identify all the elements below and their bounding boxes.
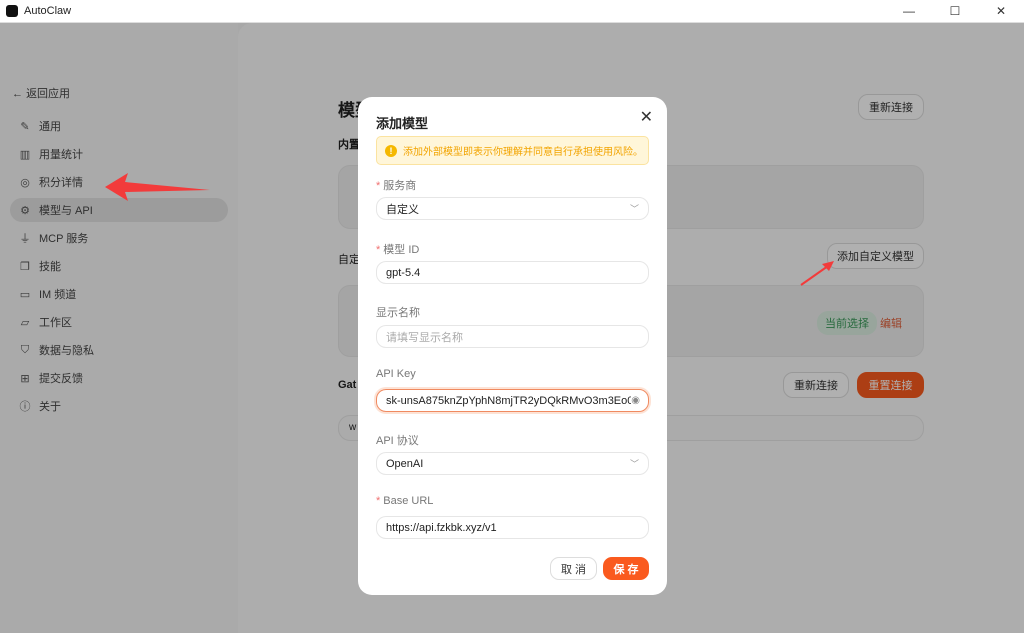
app-title: AutoClaw: [24, 5, 72, 17]
api-protocol-label: API 协议: [376, 435, 419, 447]
warning-text: 添加外部模型即表示你理解并同意自行承担使用风险。: [403, 147, 643, 158]
base-url-label: * Base URL: [376, 495, 434, 507]
api-key-value: sk-unsA875knZpYphN8mjTR2yDQkRMvO3m3Eo0K3: [386, 394, 631, 407]
model-id-input[interactable]: gpt-5.4: [376, 261, 649, 284]
annotation-arrow-sidebar: [105, 173, 210, 201]
model-id-label: * 模型 ID: [376, 244, 420, 256]
risk-warning: ! 添加外部模型即表示你理解并同意自行承担使用风险。: [376, 136, 649, 165]
eye-icon[interactable]: ◉: [631, 395, 640, 406]
dialog-title: 添加模型: [376, 116, 429, 131]
minimize-button[interactable]: —: [886, 4, 932, 18]
add-model-dialog: 添加模型 ✕ ! 添加外部模型即表示你理解并同意自行承担使用风险。 * 服务商 自定…: [358, 97, 667, 595]
provider-value: 自定义: [386, 203, 419, 216]
base-url-input[interactable]: https://api.fzkbk.xyz/v1: [376, 516, 649, 539]
provider-label: * 服务商: [376, 180, 417, 192]
display-name-label: 显示名称: [376, 307, 420, 319]
save-button[interactable]: 保 存: [603, 557, 649, 580]
close-icon[interactable]: ✕: [640, 107, 653, 127]
api-key-label: API Key: [376, 368, 416, 380]
api-key-input[interactable]: sk-unsA875knZpYphN8mjTR2yDQkRMvO3m3Eo0K3…: [376, 389, 649, 412]
cancel-button[interactable]: 取 消: [550, 557, 597, 580]
warning-icon: !: [385, 144, 397, 157]
protocol-value: OpenAI: [386, 457, 424, 470]
maximize-button[interactable]: ☐: [932, 4, 978, 18]
title-bar: AutoClaw — ☐ ✕: [0, 0, 1024, 23]
api-protocol-select[interactable]: OpenAI ﹀: [376, 452, 649, 475]
chevron-down-icon: ﹀: [629, 459, 639, 469]
chevron-down-icon: ﹀: [629, 204, 639, 214]
app-logo-icon: [6, 5, 18, 17]
provider-select[interactable]: 自定义 ﹀: [376, 197, 649, 220]
annotation-arrow-add: [800, 261, 834, 286]
close-window-button[interactable]: ✕: [978, 4, 1024, 18]
display-name-input[interactable]: 请填写显示名称: [376, 325, 649, 348]
